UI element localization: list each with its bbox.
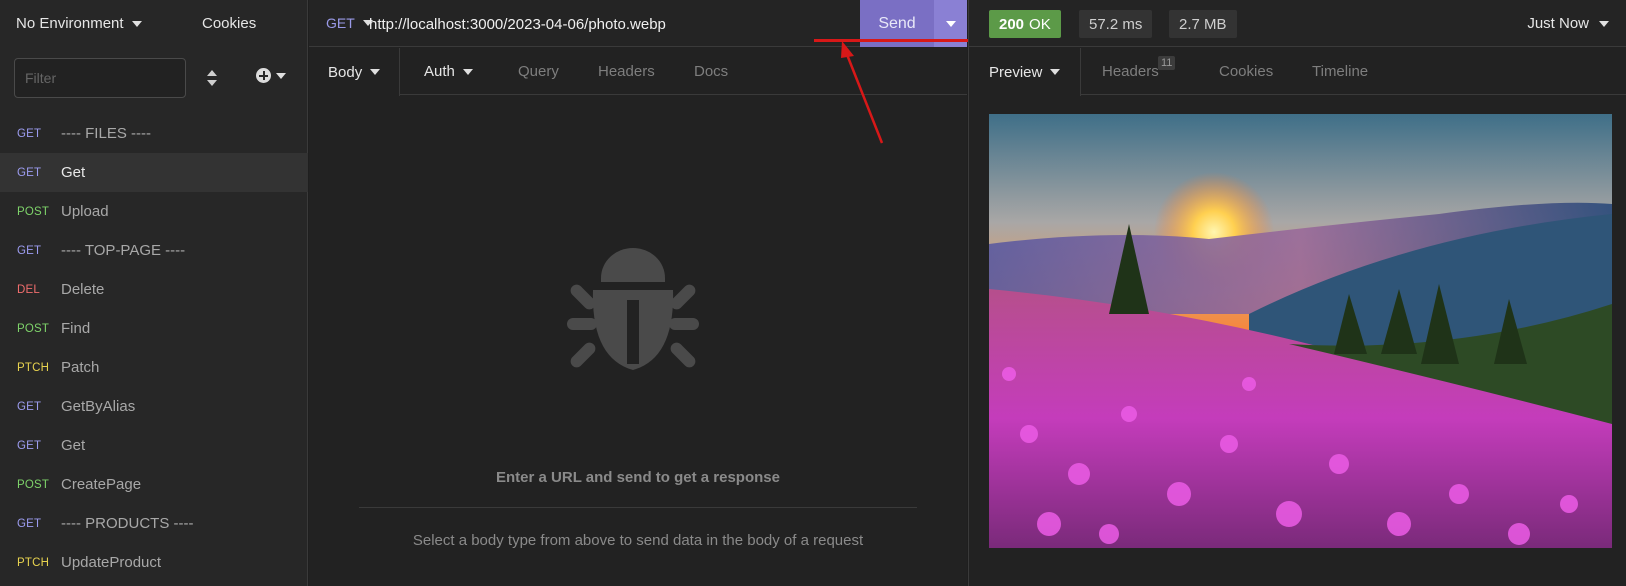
request-method: POST xyxy=(17,478,50,491)
request-method: DEL xyxy=(17,283,40,296)
annotation-arrow-icon xyxy=(841,41,884,144)
method-selector[interactable]: GET xyxy=(326,15,373,31)
request-item[interactable]: GET ---- TOP-PAGE ---- xyxy=(0,231,308,270)
response-time-badge: 57.2 ms xyxy=(1079,10,1153,38)
add-request-button[interactable] xyxy=(256,68,286,83)
request-item[interactable]: GET ---- PRODUCTS ---- xyxy=(0,504,308,543)
response-status-bar: 200 OK 57.2 ms 2.7 MB Just Now xyxy=(969,0,1626,47)
bug-icon xyxy=(567,248,699,370)
request-method: GET xyxy=(17,439,42,452)
request-item[interactable]: GET GetByAlias xyxy=(0,387,308,426)
headers-count-badge: 11 xyxy=(1158,56,1176,70)
environment-selector[interactable]: No Environment xyxy=(16,15,142,32)
environment-label: No Environment xyxy=(16,15,124,32)
response-size-badge: 2.7 MB xyxy=(1169,10,1237,38)
history-label: Just Now xyxy=(1527,15,1589,32)
request-name: Get xyxy=(61,437,86,454)
chevron-down-icon xyxy=(370,69,381,75)
empty-state-title: Enter a URL and send to get a response xyxy=(496,469,780,486)
request-item[interactable]: DEL Delete xyxy=(0,270,308,309)
url-input[interactable] xyxy=(369,10,859,38)
sort-icon[interactable] xyxy=(206,69,218,87)
tab-response-headers[interactable]: Headers 11 xyxy=(1102,48,1176,95)
request-name: Find xyxy=(61,320,91,337)
filter-input[interactable] xyxy=(14,58,186,98)
request-name: GetByAlias xyxy=(61,398,136,415)
tab-body[interactable]: Body xyxy=(309,48,401,96)
request-method: POST xyxy=(17,322,50,335)
tab-auth-label: Auth xyxy=(424,63,455,80)
request-item[interactable]: GET ---- FILES ---- xyxy=(0,114,308,153)
status-text: OK xyxy=(1029,15,1051,33)
response-image-preview xyxy=(989,114,1612,548)
request-method: PTCH xyxy=(17,361,50,374)
request-list: GET ---- FILES ---- GET Get POST Upload GET ---… xyxy=(0,114,308,582)
request-method: GET xyxy=(17,400,42,413)
chevron-down-icon xyxy=(1599,20,1609,27)
request-name: Delete xyxy=(61,281,105,298)
request-name: ---- TOP-PAGE ---- xyxy=(61,242,186,259)
tab-query[interactable]: Query xyxy=(518,48,559,95)
tab-docs[interactable]: Docs xyxy=(694,48,728,95)
tab-headers-label: Headers xyxy=(1102,63,1159,80)
request-name: ---- FILES ---- xyxy=(61,125,151,142)
response-pane: 200 OK 57.2 ms 2.7 MB Just Now Preview H… xyxy=(968,0,1626,586)
request-name: CreatePage xyxy=(61,476,142,493)
status-code: 200 xyxy=(999,15,1025,33)
request-item[interactable]: POST CreatePage xyxy=(0,465,308,504)
cookies-button[interactable]: Cookies xyxy=(202,15,256,32)
request-item[interactable]: POST Upload xyxy=(0,192,308,231)
request-name: Upload xyxy=(61,203,109,220)
request-name: Get xyxy=(61,164,86,181)
tab-response-cookies[interactable]: Cookies xyxy=(1219,48,1273,95)
tab-timeline[interactable]: Timeline xyxy=(1312,48,1368,95)
response-history-selector[interactable]: Just Now xyxy=(1527,15,1609,32)
request-name: ---- PRODUCTS ---- xyxy=(61,515,194,532)
request-item[interactable]: GET Get xyxy=(0,153,308,192)
tab-body-label: Body xyxy=(328,63,363,81)
method-label: GET xyxy=(326,15,355,31)
request-item[interactable]: GET Get xyxy=(0,426,308,465)
chevron-down-icon xyxy=(276,72,286,79)
request-method: GET xyxy=(17,127,42,140)
chevron-down-icon xyxy=(462,68,473,75)
request-method: POST xyxy=(17,205,50,218)
request-method: PTCH xyxy=(17,556,50,569)
request-name: Patch xyxy=(61,359,100,376)
tab-headers[interactable]: Headers xyxy=(598,48,655,95)
request-pane: GET Send Body Auth Query Headers Docs xyxy=(309,0,1026,586)
response-tabs: Preview Headers 11 Cookies Timeline xyxy=(969,48,1626,96)
request-method: GET xyxy=(17,244,42,257)
chevron-down-icon xyxy=(1050,69,1061,75)
request-name: UpdateProduct xyxy=(61,554,162,571)
status-badge: 200 OK xyxy=(989,10,1061,38)
tab-preview[interactable]: Preview xyxy=(969,48,1082,96)
chevron-down-icon xyxy=(945,20,956,27)
request-item[interactable]: PTCH Patch xyxy=(0,348,308,387)
plus-circle-icon xyxy=(256,68,271,83)
request-item[interactable]: PTCH UpdateProduct xyxy=(0,543,308,582)
divider xyxy=(359,507,917,508)
request-item[interactable]: POST Find xyxy=(0,309,308,348)
empty-state-hint: Select a body type from above to send da… xyxy=(412,532,864,549)
sidebar: No Environment Cookies GET ---- FILES ---… xyxy=(0,0,308,586)
request-method: GET xyxy=(17,166,42,179)
tab-preview-label: Preview xyxy=(989,63,1043,81)
request-method: GET xyxy=(17,517,42,530)
chevron-down-icon xyxy=(131,20,142,27)
tab-auth[interactable]: Auth xyxy=(424,48,473,95)
